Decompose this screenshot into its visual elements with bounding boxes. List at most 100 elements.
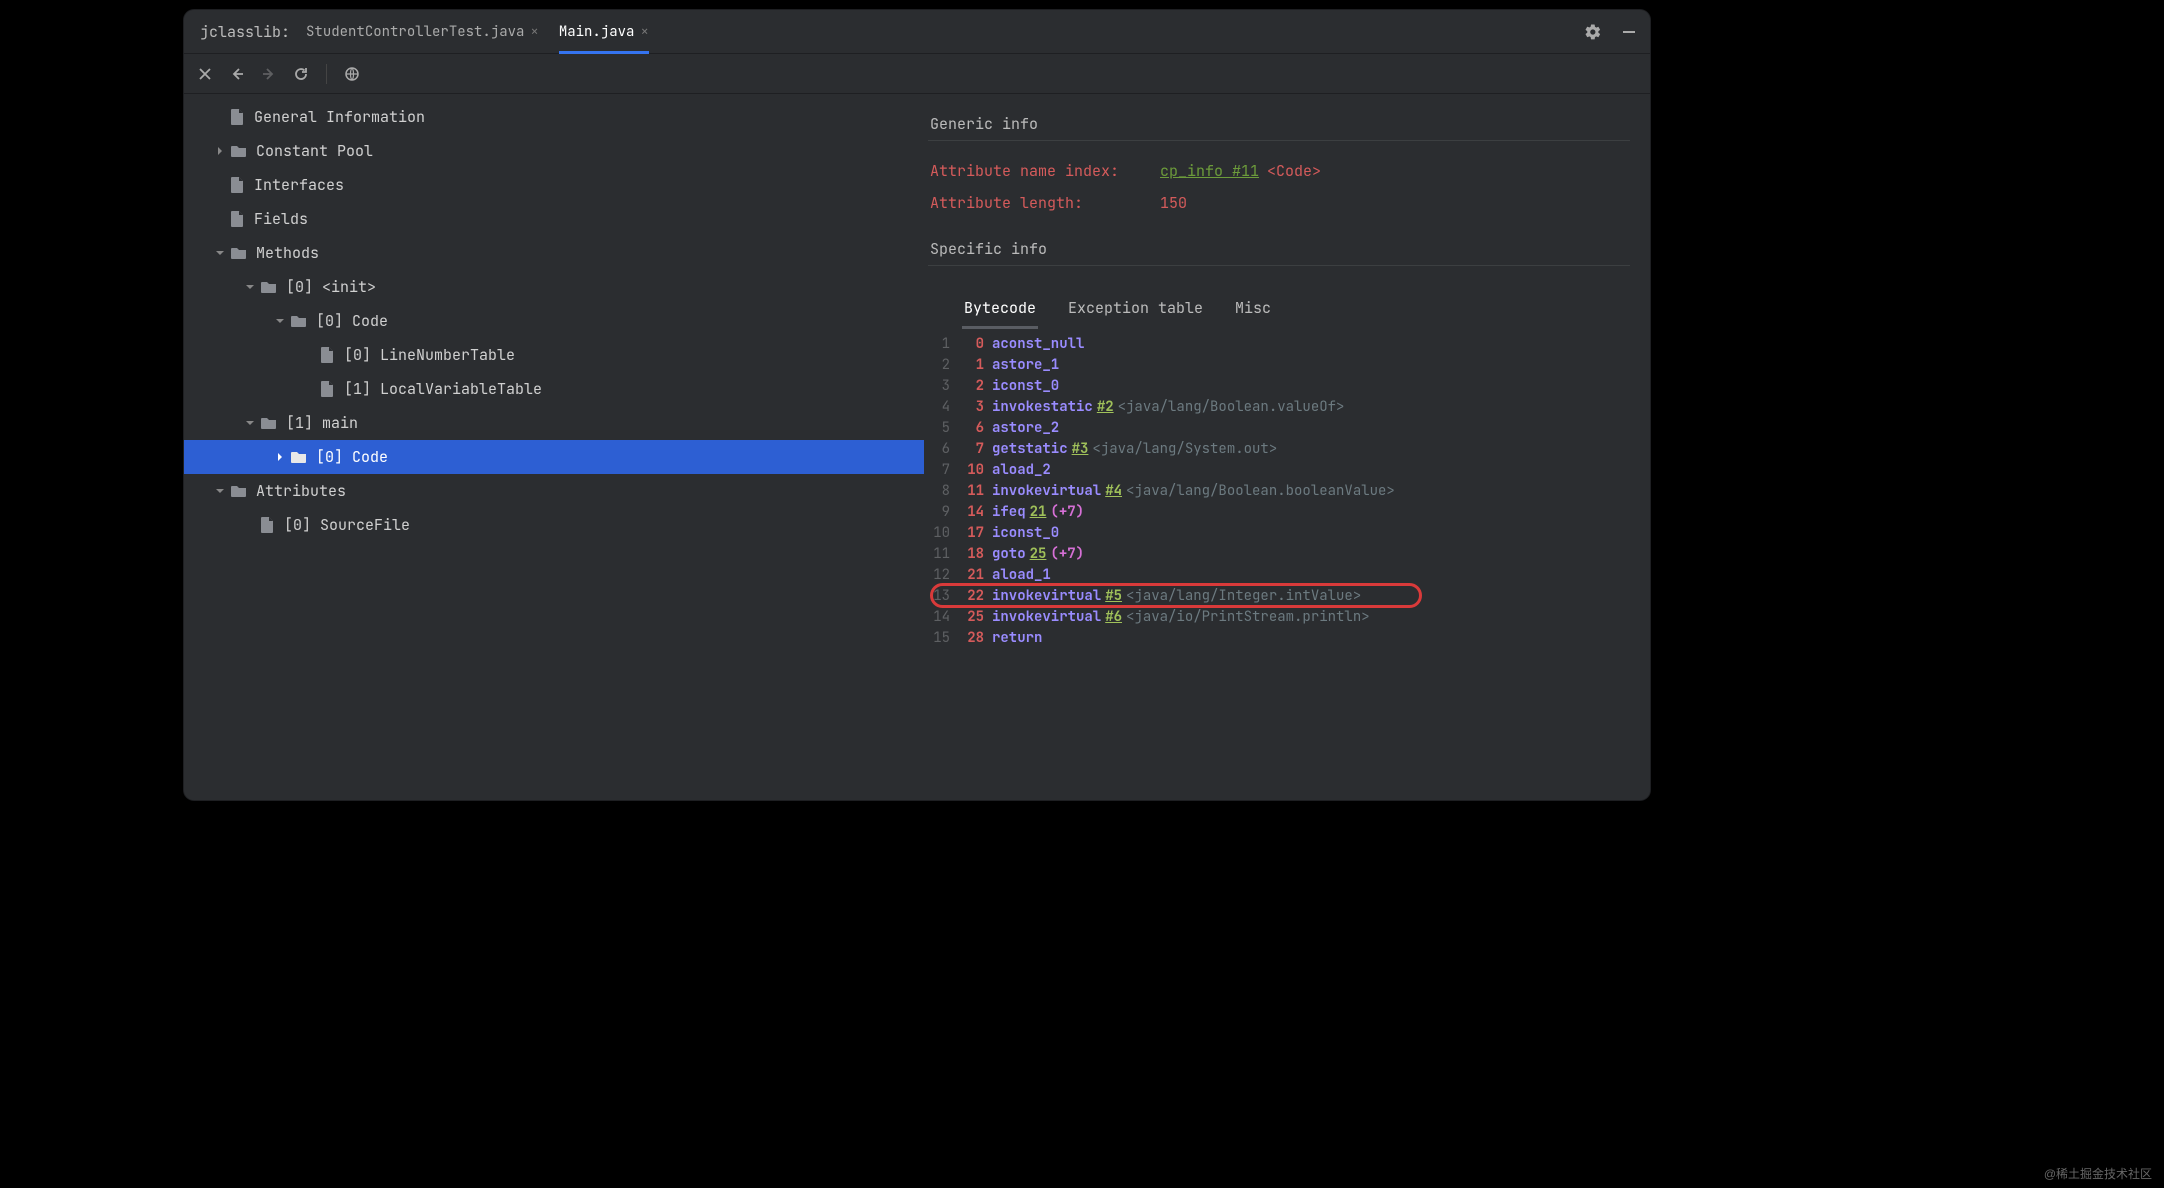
cp-ref-link[interactable]: #5: [1105, 587, 1122, 605]
line-number: 12: [928, 566, 956, 584]
back-icon[interactable]: [226, 63, 248, 85]
opcode: aload_1: [992, 566, 1051, 584]
close-icon[interactable]: [194, 63, 216, 85]
chevron-down-icon[interactable]: [212, 248, 228, 258]
line-number: 4: [928, 398, 956, 416]
ref-description: <java/lang/Integer.intValue>: [1126, 587, 1361, 605]
tree-item-label: Methods: [256, 243, 319, 263]
bytecode-line: 710aload_2: [928, 459, 1630, 480]
line-number: 8: [928, 482, 956, 500]
branch-offset: (+7): [1050, 503, 1084, 521]
code-tab[interactable]: Bytecode: [962, 294, 1038, 329]
chevron-down-icon[interactable]: [212, 486, 228, 496]
folder-icon: [260, 278, 278, 296]
titlebar: jclasslib: StudentControllerTest.java×Ma…: [184, 10, 1650, 54]
bytecode-line: 1221 aload_1: [928, 564, 1630, 585]
opcode: iconst_0: [992, 377, 1059, 395]
folder-icon: [230, 482, 248, 500]
pc-offset: 2: [956, 377, 984, 395]
settings-icon[interactable]: [1582, 21, 1604, 43]
bytecode-line: 67getstatic#3 <java/lang/System.out>: [928, 438, 1630, 459]
opcode: return: [992, 629, 1042, 647]
file-tab[interactable]: StudentControllerTest.java×: [296, 10, 549, 54]
file-icon: [228, 108, 246, 126]
file-icon: [318, 346, 336, 364]
folder-icon: [290, 312, 308, 330]
tree-item-label: [1] main: [286, 413, 358, 433]
branch-offset: (+7): [1050, 545, 1084, 563]
cp-ref-link[interactable]: 21: [1030, 503, 1047, 521]
generic-info-title: Generic info: [930, 114, 1630, 134]
tree-item[interactable]: [0] SourceFile: [184, 508, 924, 542]
opcode: invokevirtual: [992, 482, 1101, 500]
line-number: 15: [928, 629, 956, 647]
opcode: goto: [992, 545, 1026, 563]
chevron-down-icon[interactable]: [242, 418, 258, 428]
bytecode-line: 1528return: [928, 627, 1630, 648]
chevron-down-icon[interactable]: [242, 282, 258, 292]
tree-item[interactable]: [0] Code: [184, 440, 924, 474]
tree-item[interactable]: Interfaces: [184, 168, 924, 202]
pc-offset: 10: [956, 461, 984, 479]
opcode: astore_2: [992, 419, 1059, 437]
bytecode-line: 1118goto25(+7): [928, 543, 1630, 564]
bytecode-line: 1322invokevirtual#5 <java/lang/Integer.i…: [928, 585, 1630, 606]
opcode: invokevirtual: [992, 608, 1101, 626]
tree-panel: General Information Constant Pool Interfac…: [184, 94, 924, 800]
line-number: 3: [928, 377, 956, 395]
app-title: jclasslib:: [194, 22, 296, 42]
tree-item[interactable]: Constant Pool: [184, 134, 924, 168]
tab-close-icon[interactable]: ×: [640, 23, 648, 41]
opcode: ifeq: [992, 503, 1026, 521]
tree-item[interactable]: Fields: [184, 202, 924, 236]
pc-offset: 0: [956, 335, 984, 353]
ref-description: <java/lang/Boolean.booleanValue>: [1126, 482, 1395, 500]
tree-item[interactable]: [1] LocalVariableTable: [184, 372, 924, 406]
bytecode-line: 811invokevirtual#4 <java/lang/Boolean.bo…: [928, 480, 1630, 501]
attr-length-value: 150: [1160, 193, 1187, 213]
pc-offset: 18: [956, 545, 984, 563]
jclasslib-window: jclasslib: StudentControllerTest.java×Ma…: [184, 10, 1650, 800]
line-number: 1: [928, 335, 956, 353]
tree-item-label: Constant Pool: [256, 141, 373, 161]
toolbar-divider: [326, 64, 327, 84]
cp-ref-link[interactable]: #6: [1105, 608, 1122, 626]
bytecode-line: 914ifeq21(+7): [928, 501, 1630, 522]
globe-icon[interactable]: [341, 63, 363, 85]
bytecode-line: 56astore_2: [928, 417, 1630, 438]
chevron-right-icon[interactable]: [212, 146, 228, 156]
pc-offset: 17: [956, 524, 984, 542]
tree-item[interactable]: Attributes: [184, 474, 924, 508]
content-area: General Information Constant Pool Interfac…: [184, 94, 1650, 800]
cp-info-link[interactable]: cp_info #11: [1160, 161, 1259, 181]
attr-name-index-label: Attribute name index:: [930, 161, 1160, 181]
line-number: 9: [928, 503, 956, 521]
cp-ref-link[interactable]: 25: [1030, 545, 1047, 563]
opcode: getstatic: [992, 440, 1068, 458]
pc-offset: 21: [956, 566, 984, 584]
tree-item[interactable]: General Information: [184, 100, 924, 134]
file-icon: [258, 516, 276, 534]
cp-ref-link[interactable]: #4: [1105, 482, 1122, 500]
code-tab[interactable]: Exception table: [1066, 294, 1205, 329]
forward-icon[interactable]: [258, 63, 280, 85]
tree-item-label: [0] Code: [316, 311, 388, 331]
tab-close-icon[interactable]: ×: [530, 23, 538, 41]
file-tab[interactable]: Main.java×: [549, 10, 659, 54]
file-icon: [228, 210, 246, 228]
tree-item[interactable]: [0] LineNumberTable: [184, 338, 924, 372]
tree-item-label: [0] <init>: [286, 277, 376, 297]
refresh-icon[interactable]: [290, 63, 312, 85]
chevron-down-icon[interactable]: [272, 316, 288, 326]
minimize-icon[interactable]: [1618, 21, 1640, 43]
tree-item[interactable]: [0] Code: [184, 304, 924, 338]
tree-item[interactable]: [0] <init>: [184, 270, 924, 304]
chevron-right-icon[interactable]: [272, 452, 288, 462]
ref-description: <java/lang/Boolean.valueOf>: [1118, 398, 1345, 416]
cp-ref-link[interactable]: #2: [1097, 398, 1114, 416]
tree-item[interactable]: [1] main: [184, 406, 924, 440]
line-number: 13: [928, 587, 956, 605]
cp-ref-link[interactable]: #3: [1072, 440, 1089, 458]
tree-item[interactable]: Methods: [184, 236, 924, 270]
code-tab[interactable]: Misc: [1233, 294, 1273, 329]
